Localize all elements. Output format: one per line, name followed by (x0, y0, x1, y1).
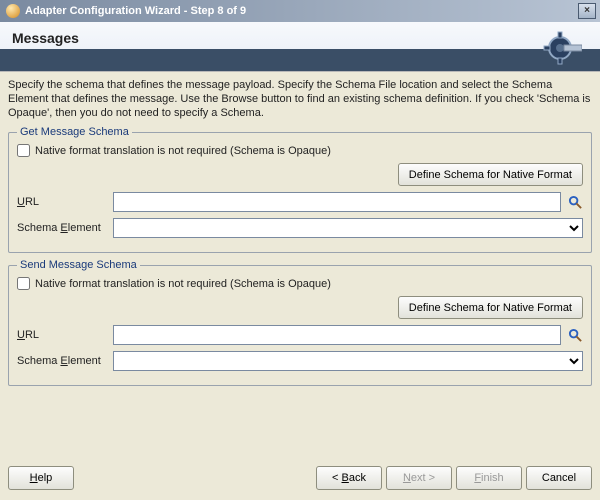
send-element-label: Schema Element (17, 355, 107, 367)
cancel-button[interactable]: Cancel (526, 466, 592, 490)
get-opaque-checkbox[interactable] (17, 144, 30, 157)
send-message-schema-group: Send Message Schema Native format transl… (8, 259, 592, 386)
get-opaque-label: Native format translation is not require… (35, 145, 331, 157)
send-schema-legend: Send Message Schema (17, 259, 140, 271)
banner: Messages (0, 22, 600, 72)
page-title: Messages (12, 30, 79, 46)
get-define-schema-button[interactable]: Define Schema for Native Format (398, 163, 583, 186)
close-button[interactable]: × (578, 3, 596, 19)
send-url-label: URL (17, 329, 107, 341)
gear-icon (542, 28, 582, 68)
get-url-input[interactable] (113, 192, 561, 212)
back-button[interactable]: < Back (316, 466, 382, 490)
get-url-label: URL (17, 196, 107, 208)
get-url-browse-icon[interactable] (567, 194, 583, 210)
get-schema-element-select[interactable] (113, 218, 583, 238)
help-button[interactable]: Help (8, 466, 74, 490)
window-title: Adapter Configuration Wizard - Step 8 of… (25, 5, 578, 17)
finish-button[interactable]: Finish (456, 466, 522, 490)
send-define-schema-button[interactable]: Define Schema for Native Format (398, 296, 583, 319)
get-schema-legend: Get Message Schema (17, 126, 132, 138)
get-message-schema-group: Get Message Schema Native format transla… (8, 126, 592, 253)
send-url-input[interactable] (113, 325, 561, 345)
next-button[interactable]: Next > (386, 466, 452, 490)
send-opaque-checkbox[interactable] (17, 277, 30, 290)
send-url-browse-icon[interactable] (567, 327, 583, 343)
get-element-label: Schema Element (17, 222, 107, 234)
app-icon (6, 4, 20, 18)
description-text: Specify the schema that defines the mess… (8, 78, 592, 120)
titlebar: Adapter Configuration Wizard - Step 8 of… (0, 0, 600, 22)
footer: Help < Back Next > Finish Cancel (8, 466, 592, 490)
send-opaque-label: Native format translation is not require… (35, 278, 331, 290)
send-schema-element-select[interactable] (113, 351, 583, 371)
